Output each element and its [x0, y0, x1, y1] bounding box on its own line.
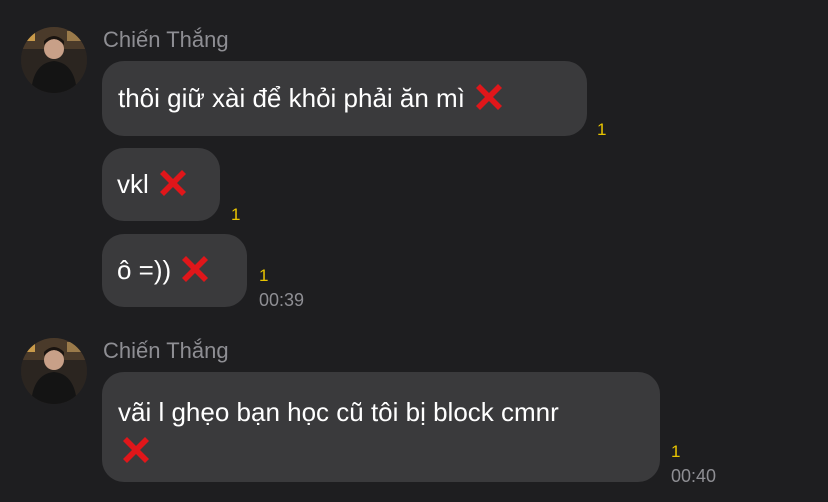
message-text: vkl: [117, 169, 149, 199]
sender-name: Chiến Thắng: [103, 338, 229, 363]
message-text: thôi giữ xài để khỏi phải ăn mì: [118, 83, 465, 113]
cross-mark-icon: [123, 437, 149, 464]
message-text: vãi l ghẹo bạn học cũ tôi bị block cmnr: [118, 397, 559, 427]
reaction-count[interactable]: 1: [671, 442, 680, 462]
sender-avatar[interactable]: [21, 338, 87, 404]
sender-name: Chiến Thắng: [103, 27, 229, 52]
message-bubble[interactable]: vkl: [102, 148, 220, 221]
reaction-count[interactable]: 1: [259, 266, 268, 286]
cross-mark-icon: [475, 84, 502, 111]
cross-mark-icon: [159, 170, 186, 197]
cross-mark-icon: [182, 256, 209, 283]
reaction-count[interactable]: 1: [231, 205, 240, 225]
message-bubble[interactable]: ô =)): [102, 234, 247, 307]
message-bubble[interactable]: vãi l ghẹo bạn học cũ tôi bị block cmnr: [102, 372, 660, 482]
message-bubble[interactable]: thôi giữ xài để khỏi phải ăn mì: [102, 61, 587, 136]
message-timestamp: 00:39: [259, 290, 305, 310]
sender-avatar[interactable]: [21, 27, 87, 93]
message-text: ô =)): [117, 255, 172, 285]
reaction-count[interactable]: 1: [597, 120, 606, 140]
message-timestamp: 00:40: [671, 466, 717, 486]
chat-view: Chiến Thắng thôi giữ xài để khỏi phải ăn…: [0, 0, 828, 502]
